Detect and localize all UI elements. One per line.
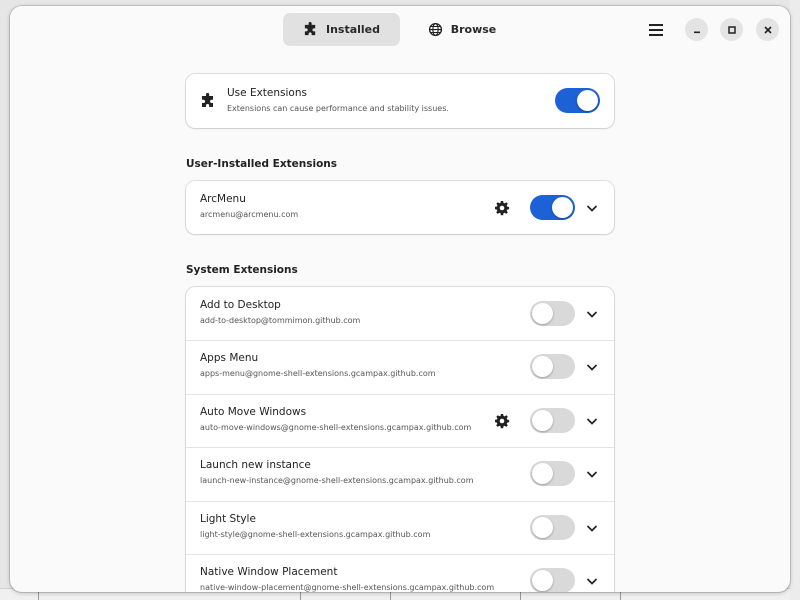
extension-toggle[interactable] [530,354,575,379]
toggle-knob [532,570,553,591]
extension-uuid: add-to-desktop@tommimon.github.com [200,316,361,325]
header-bar: Installed Browse [10,6,790,52]
extension-name: Light Style [200,513,256,525]
close-button[interactable] [756,18,779,41]
desktop-tick [620,591,621,600]
row-separator [186,554,614,555]
chevron-down-icon[interactable] [585,521,599,535]
puzzle-icon [304,22,316,36]
extension-uuid: apps-menu@gnome-shell-extensions.gcampax… [200,369,436,378]
extension-uuid: arcmenu@arcmenu.com [200,210,299,219]
use-extensions-subtitle: Extensions can cause performance and sta… [227,104,449,113]
gear-icon[interactable] [494,413,510,429]
extension-uuid: launch-new-instance@gnome-shell-extensio… [200,476,474,485]
extension-name: Native Window Placement [200,566,338,578]
toggle-knob [532,410,553,431]
main-menu-button[interactable] [643,18,669,42]
extension-row-launch-new-instance[interactable]: Launch new instance launch-new-instance@… [186,447,614,500]
extension-row-auto-move-windows[interactable]: Auto Move Windows auto-move-windows@gnom… [186,394,614,447]
extension-row-arcmenu[interactable]: ArcMenu arcmenu@arcmenu.com [186,181,614,234]
extension-toggle[interactable] [530,461,575,486]
chevron-down-icon[interactable] [585,307,599,321]
extension-uuid: native-window-placement@gnome-shell-exte… [200,583,495,592]
row-separator [186,501,614,502]
chevron-down-icon[interactable] [585,201,599,215]
toggle-knob [532,463,553,484]
minimize-icon [693,31,700,33]
toggle-knob [532,303,553,324]
desktop-tick [300,591,301,600]
row-separator [186,340,614,341]
hamburger-menu-icon [649,24,663,36]
desktop-tick [520,591,521,600]
toggle-knob [532,356,553,377]
chevron-down-icon[interactable] [585,360,599,374]
maximize-icon [727,25,736,34]
extension-row-light-style[interactable]: Light Style light-style@gnome-shell-exte… [186,501,614,554]
maximize-button[interactable] [720,18,743,41]
tab-browse[interactable]: Browse [417,13,507,46]
tab-installed-label: Installed [325,23,381,36]
extension-toggle[interactable] [530,301,575,326]
extension-toggle[interactable] [530,408,575,433]
toggle-knob [532,517,553,538]
system-extensions-section-title: System Extensions [186,264,298,276]
extension-name: Add to Desktop [200,299,281,311]
user-extensions-list: ArcMenu arcmenu@arcmenu.com [186,181,614,234]
extension-manager-window: Installed Browse Use Extensions Extensio… [10,6,790,592]
toggle-knob [577,90,598,111]
use-extensions-title: Use Extensions [227,87,307,99]
row-separator [186,394,614,395]
extension-uuid: light-style@gnome-shell-extensions.gcamp… [200,530,431,539]
chevron-down-icon[interactable] [585,574,599,588]
extension-row-add-to-desktop[interactable]: Add to Desktop add-to-desktop@tommimon.g… [186,287,614,340]
extension-toggle[interactable] [530,195,575,220]
chevron-down-icon[interactable] [585,467,599,481]
puzzle-icon [202,93,213,107]
extension-toggle[interactable] [530,568,575,592]
gear-icon[interactable] [494,200,510,216]
extension-toggle[interactable] [530,515,575,540]
row-separator [186,447,614,448]
toggle-knob [552,197,573,218]
extension-name: Auto Move Windows [200,406,307,418]
extension-uuid: auto-move-windows@gnome-shell-extensions… [200,423,472,432]
extension-name: Apps Menu [200,352,259,364]
desktop-tick [38,591,39,600]
chevron-down-icon[interactable] [585,414,599,428]
desktop-background-edge [790,0,800,600]
extension-row-native-window-placement[interactable]: Native Window Placement native-window-pl… [186,554,614,592]
extension-row-apps-menu[interactable]: Apps Menu apps-menu@gnome-shell-extensio… [186,340,614,393]
minimize-button[interactable] [685,18,708,41]
tab-browse-label: Browse [450,23,497,36]
use-extensions-card: Use Extensions Extensions can cause perf… [186,74,614,128]
desktop-tick [390,591,391,600]
system-extensions-list: Add to Desktop add-to-desktop@tommimon.g… [186,287,614,592]
tab-installed[interactable]: Installed [283,13,400,46]
globe-icon [428,22,442,37]
use-extensions-toggle[interactable] [555,88,600,113]
extension-name: ArcMenu [200,193,246,205]
user-installed-section-title: User-Installed Extensions [186,158,338,170]
close-icon [763,25,772,34]
extension-name: Launch new instance [200,459,311,471]
